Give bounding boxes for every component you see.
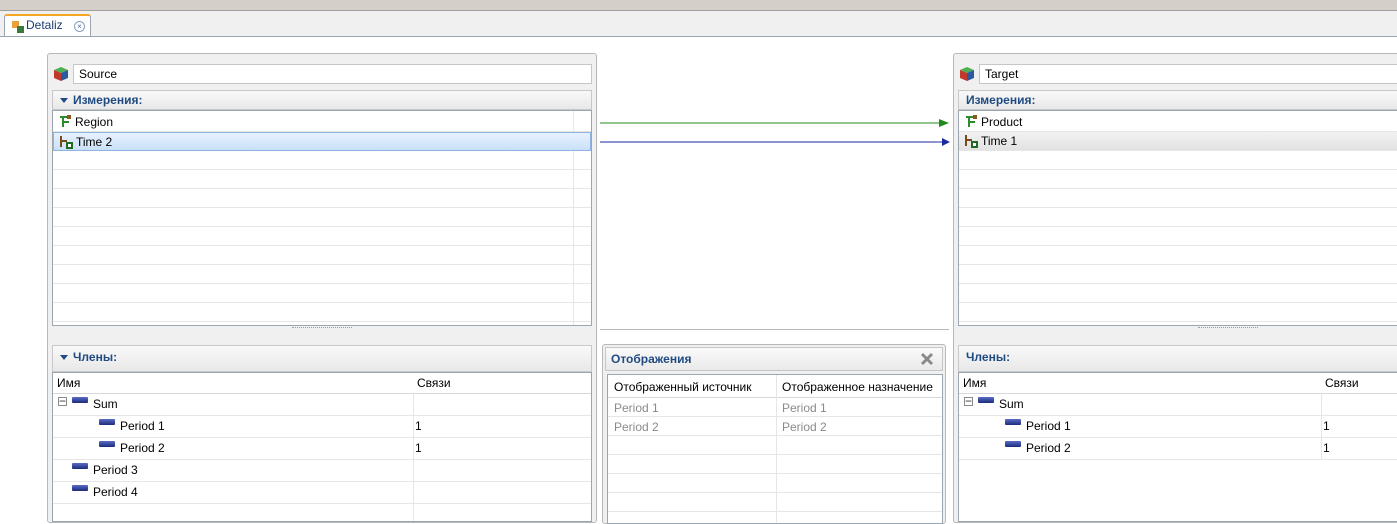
mappings-panel: Отображения Отображенный источник Отобра… bbox=[602, 344, 946, 524]
mapping-row[interactable]: Period 1 Period 1 bbox=[608, 398, 942, 417]
member-icon bbox=[978, 397, 994, 403]
dimension-label: Time 1 bbox=[981, 134, 1018, 148]
member-row[interactable]: Period 2 1 bbox=[959, 438, 1397, 460]
member-row[interactable]: Period 1 1 bbox=[53, 416, 591, 438]
dimension-row-time-1[interactable]: Time 1 bbox=[959, 132, 1397, 151]
member-name: Sum bbox=[999, 397, 1024, 411]
member-name: Period 4 bbox=[93, 485, 138, 499]
mapped-source: Period 2 bbox=[614, 420, 659, 434]
dimension-label: Product bbox=[981, 115, 1023, 129]
target-name-field[interactable]: Target bbox=[979, 64, 1397, 84]
hierarchy-icon bbox=[966, 115, 977, 127]
splitter-grip[interactable] bbox=[292, 327, 352, 331]
hierarchy-icon bbox=[60, 115, 71, 127]
editor-icon bbox=[12, 21, 24, 33]
target-members-table: Имя Связи − Sum Period 1 1 Period 2 1 bbox=[958, 372, 1397, 522]
link-arrowhead bbox=[939, 119, 949, 127]
splitter-grip[interactable] bbox=[1198, 327, 1258, 331]
section-title: Члены: bbox=[73, 350, 118, 364]
dimension-row-time-2[interactable]: Time 2 bbox=[53, 132, 591, 151]
collapse-caret-icon bbox=[60, 355, 68, 361]
source-members-table: Имя Связи − Sum Period 1 1 Period 2 1 Pe… bbox=[52, 372, 592, 522]
editor-tab-strip bbox=[0, 11, 1397, 37]
section-title: Измерения: bbox=[73, 93, 143, 107]
member-links: 1 bbox=[1323, 441, 1330, 455]
cube-icon bbox=[54, 67, 68, 81]
member-icon bbox=[72, 463, 88, 469]
member-icon bbox=[99, 419, 115, 425]
column-header-name[interactable]: Имя bbox=[57, 376, 80, 390]
time-dimension-icon bbox=[965, 135, 978, 148]
member-name: Sum bbox=[93, 397, 118, 411]
source-dimensions-header[interactable]: Измерения: bbox=[52, 90, 592, 110]
member-name: Period 1 bbox=[120, 419, 165, 433]
window-top-band bbox=[0, 0, 1397, 11]
close-icon[interactable] bbox=[920, 352, 934, 366]
member-row[interactable]: Period 4 bbox=[53, 482, 591, 504]
mapped-target: Period 2 bbox=[782, 420, 827, 434]
member-icon bbox=[1005, 441, 1021, 447]
member-row[interactable]: − Sum bbox=[959, 394, 1397, 416]
mapped-source: Period 1 bbox=[614, 401, 659, 415]
source-name-field[interactable]: Source bbox=[73, 64, 592, 84]
mappings-table: Отображенный источник Отображенное назна… bbox=[607, 374, 943, 524]
section-title: Члены: bbox=[966, 350, 1011, 364]
target-dimensions-list: Product Time 1 bbox=[958, 110, 1397, 326]
time-dimension-icon bbox=[60, 136, 73, 149]
column-header-name[interactable]: Имя bbox=[963, 376, 986, 390]
tab-detaliz[interactable]: Detaliz × bbox=[4, 14, 91, 36]
dimension-row-product[interactable]: Product bbox=[959, 113, 1397, 132]
member-row[interactable]: Period 1 1 bbox=[959, 416, 1397, 438]
link-arrowhead bbox=[942, 138, 950, 146]
member-name: Period 3 bbox=[93, 463, 138, 477]
source-dimensions-list: Region Time 2 bbox=[52, 110, 592, 326]
collapse-toggle-icon[interactable]: − bbox=[964, 395, 973, 407]
member-icon bbox=[1005, 419, 1021, 425]
collapse-caret-icon bbox=[60, 98, 68, 104]
members-table-header: Имя Связи bbox=[53, 373, 591, 394]
column-header-links[interactable]: Связи bbox=[1325, 376, 1359, 390]
member-links: 1 bbox=[1323, 419, 1330, 433]
member-name: Period 2 bbox=[1026, 441, 1071, 455]
column-header-links[interactable]: Связи bbox=[417, 376, 451, 390]
member-icon bbox=[72, 485, 88, 491]
center-divider bbox=[600, 329, 949, 330]
members-table-header: Имя Связи bbox=[959, 373, 1397, 394]
member-row[interactable]: Period 3 bbox=[53, 460, 591, 482]
dimension-label: Region bbox=[75, 115, 114, 129]
member-icon bbox=[72, 397, 88, 403]
mapping-row[interactable]: Period 2 Period 2 bbox=[608, 417, 942, 436]
mappings-table-header: Отображенный источник Отображенное назна… bbox=[608, 375, 942, 398]
mappings-header: Отображения bbox=[605, 347, 943, 371]
column-header-mapped-target[interactable]: Отображенное назначение bbox=[782, 380, 933, 394]
section-title: Измерения: bbox=[966, 93, 1036, 107]
member-name: Period 2 bbox=[120, 441, 165, 455]
target-dimensions-header[interactable]: Измерения: bbox=[958, 90, 1397, 110]
target-panel: Target Измерения: Product Time 1 Члены: … bbox=[953, 53, 1397, 523]
member-links: 1 bbox=[415, 419, 422, 433]
cube-icon bbox=[960, 67, 974, 81]
column-header-mapped-source[interactable]: Отображенный источник bbox=[614, 380, 752, 394]
target-members-header[interactable]: Члены: bbox=[958, 345, 1397, 372]
tab-label: Detaliz bbox=[26, 18, 63, 32]
mapped-target: Period 1 bbox=[782, 401, 827, 415]
source-members-header[interactable]: Члены: bbox=[52, 345, 592, 372]
close-icon[interactable]: × bbox=[74, 21, 85, 32]
member-row[interactable]: Period 2 1 bbox=[53, 438, 591, 460]
mappings-title: Отображения bbox=[611, 352, 692, 366]
member-links: 1 bbox=[415, 441, 422, 455]
source-panel: Source Измерения: Region Time 2 Члены: И… bbox=[47, 53, 597, 523]
member-name: Period 1 bbox=[1026, 419, 1071, 433]
collapse-toggle-icon[interactable]: − bbox=[58, 395, 67, 407]
dimension-label: Time 2 bbox=[76, 135, 113, 149]
member-icon bbox=[99, 441, 115, 447]
member-row[interactable]: − Sum bbox=[53, 394, 591, 416]
dimension-row-region[interactable]: Region bbox=[53, 113, 591, 132]
dimension-links bbox=[600, 119, 950, 146]
